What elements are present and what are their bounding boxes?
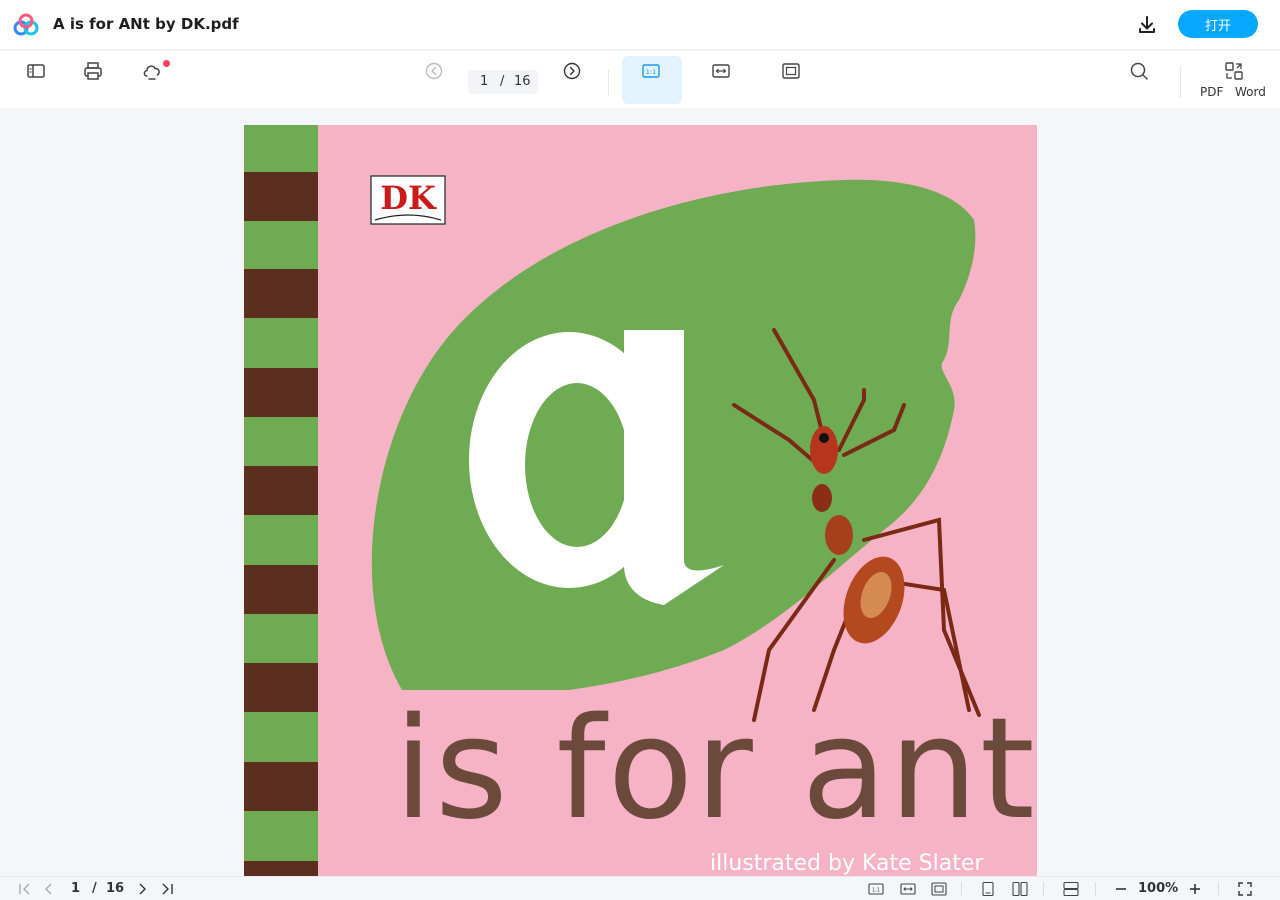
total-pages: 16 [514,74,531,89]
notification-dot [163,60,170,67]
status-current-page[interactable]: 1 [71,881,80,896]
current-page: 1 [480,74,489,89]
publisher-logo: DK [369,174,447,226]
toolbar-divider [608,70,609,96]
convert-icon[interactable] [1223,60,1245,82]
zoom-level[interactable]: 100% [1138,881,1178,896]
publisher-logo-text: DK [380,179,437,217]
download-icon[interactable] [1136,14,1158,36]
zoom-in-icon[interactable] [1187,881,1203,897]
status-fit-page-icon[interactable] [931,881,947,897]
status-fit-width-icon[interactable] [900,881,916,897]
app-logo-icon [13,13,39,36]
status-divider [1218,882,1219,896]
illustrator-credit: illustrated by Kate Slater [710,851,984,876]
status-divider [1095,882,1096,896]
continuous-scroll-icon[interactable] [1063,881,1079,897]
document-title: A is for ANt by DK.pdf [53,15,239,33]
last-page-icon[interactable] [159,881,175,897]
cloud-save-icon[interactable] [141,60,163,82]
svg-text:1:1: 1:1 [646,68,656,76]
svg-text:1:1: 1:1 [872,888,880,894]
page-separator: / [500,74,505,89]
sidebar-toggle-icon[interactable] [25,60,47,82]
convert-pdf-label[interactable]: PDF [1200,85,1223,99]
print-icon[interactable] [82,60,104,82]
status-divider [1043,882,1044,896]
next-page-small-icon[interactable] [134,881,150,897]
single-page-view-icon[interactable] [980,881,996,897]
status-actual-size-icon[interactable]: 1:1 [868,881,884,897]
search-icon[interactable] [1128,60,1150,82]
fit-page-icon[interactable] [780,60,802,82]
status-divider [961,882,962,896]
page-number-input[interactable]: 1 / 16 [468,70,538,94]
headline-text: is for ant [394,688,1037,851]
convert-word-label[interactable]: Word [1235,85,1266,99]
previous-page-icon[interactable] [423,60,445,82]
ant-illustration [732,328,981,722]
header-bar: A is for ANt by DK.pdf 打开 [0,0,1280,50]
status-total-pages: 16 [106,881,125,896]
fit-width-icon[interactable] [710,60,732,82]
fullscreen-icon[interactable] [1237,881,1253,897]
pdf-page: DK is for ant illustrated by Kate Slater [244,125,1037,876]
first-page-icon[interactable] [17,881,33,897]
status-bar: 1 / 16 1:1 100% [0,876,1280,900]
viewer-toolbar: 1 / 16 1:1 PDF Word [0,51,1280,108]
zoom-out-icon[interactable] [1113,881,1129,897]
next-page-icon[interactable] [561,60,583,82]
open-button[interactable]: 打开 [1178,10,1258,38]
actual-size-icon[interactable]: 1:1 [640,60,662,82]
prev-page-small-icon[interactable] [41,881,57,897]
book-spine-stripes [244,125,318,876]
toolbar-divider-right [1180,66,1181,98]
document-viewer[interactable]: DK is for ant illustrated by Kate Slater [0,108,1280,876]
two-page-view-icon[interactable] [1012,881,1028,897]
status-page-separator: / [92,881,97,896]
